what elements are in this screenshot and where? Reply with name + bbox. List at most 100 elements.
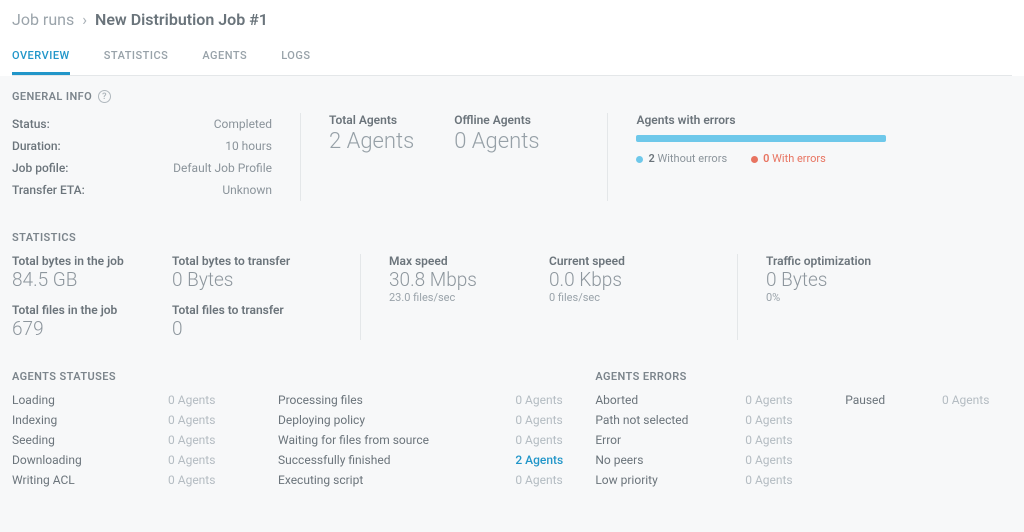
traffic-opt-sub: 0%	[766, 291, 1012, 304]
chevron-right-icon: ›	[82, 10, 87, 29]
total-files-transfer-label: Total files to transfer	[172, 303, 332, 317]
table-key: Downloading	[12, 453, 138, 467]
table-val: 0 Agents	[168, 473, 248, 487]
table-key: Loading	[12, 393, 138, 407]
offline-agents-value: 0 Agents	[454, 129, 539, 154]
divider	[607, 113, 608, 201]
table-val: 0 Agents	[745, 473, 815, 487]
table-val: 0 Agents	[515, 473, 595, 487]
tab-statistics[interactable]: STATISTICS	[104, 41, 169, 75]
total-files-job-value: 679	[12, 317, 172, 340]
table-val	[942, 453, 1012, 467]
table-val: 0 Agents	[942, 393, 1012, 407]
eta-value: Unknown	[222, 183, 272, 197]
breadcrumb-current: New Distribution Job #1	[95, 10, 268, 29]
table-val	[942, 413, 1012, 427]
max-speed-value: 30.8 Mbps	[389, 268, 549, 291]
table-key: Path not selected	[595, 413, 715, 427]
table-val: 0 Agents	[515, 433, 595, 447]
divider	[360, 254, 361, 340]
table-key: Aborted	[595, 393, 715, 407]
table-key	[845, 453, 912, 467]
table-val: 0 Agents	[168, 413, 248, 427]
total-agents-value: 2 Agents	[329, 129, 414, 154]
max-speed-sub: 23.0 files/sec	[389, 291, 549, 304]
traffic-opt-label: Traffic optimization	[766, 254, 1012, 268]
table-val: 0 Agents	[168, 393, 248, 407]
status-value: Completed	[214, 117, 272, 131]
section-title-statistics: STATISTICS	[12, 231, 1012, 244]
table-val: 0 Agents	[745, 433, 815, 447]
section-title-statuses: AGENTS STATUSES	[12, 370, 595, 383]
traffic-opt-value: 0 Bytes	[766, 268, 1012, 291]
total-bytes-transfer-label: Total bytes to transfer	[172, 254, 332, 268]
table-val: 0 Agents	[745, 393, 815, 407]
duration-value: 10 hours	[225, 139, 272, 153]
errors-table: Aborted 0 Agents Paused 0 Agents Path not se…	[595, 393, 1012, 487]
breadcrumb-root[interactable]: Job runs	[12, 10, 74, 29]
table-val: 0 Agents	[515, 413, 595, 427]
profile-label: Job pofile:	[12, 161, 68, 175]
table-key: Deploying policy	[278, 413, 485, 427]
profile-value: Default Job Profile	[173, 161, 272, 175]
current-speed-label: Current speed	[549, 254, 709, 268]
section-title-errors: AGENTS ERRORS	[595, 370, 1012, 383]
dot-blue-icon	[636, 156, 643, 163]
legend-err: 0 With errors	[751, 152, 826, 165]
status-label: Status:	[12, 117, 50, 131]
table-key	[845, 433, 912, 447]
table-val: 2 Agents	[515, 453, 595, 467]
tabs: OVERVIEW STATISTICS AGENTS LOGS	[12, 41, 1012, 76]
total-agents-box: Total Agents 2 Agents	[329, 113, 414, 154]
table-val: 0 Agents	[168, 453, 248, 467]
tab-logs[interactable]: LOGS	[281, 41, 310, 75]
table-key: Indexing	[12, 413, 138, 427]
table-key	[845, 413, 912, 427]
table-key	[845, 473, 912, 487]
agents-errors-summary: Agents with errors 2 Without errors 0 Wi…	[636, 113, 1012, 165]
tab-agents[interactable]: AGENTS	[202, 41, 247, 75]
general-info-label: GENERAL INFO	[12, 90, 92, 103]
legend-ok: 2 Without errors	[636, 152, 727, 165]
divider	[737, 254, 738, 340]
offline-agents-label: Offline Agents	[454, 113, 539, 127]
total-bytes-job-value: 84.5 GB	[12, 268, 172, 291]
table-val	[942, 433, 1012, 447]
dot-red-icon	[751, 156, 758, 163]
table-key: Successfully finished	[278, 453, 485, 467]
table-key: No peers	[595, 453, 715, 467]
general-kv-list: Status: Completed Duration: 10 hours Job p…	[12, 113, 272, 201]
duration-label: Duration:	[12, 139, 61, 153]
total-files-job-label: Total files in the job	[12, 303, 172, 317]
agents-errors-bar	[636, 135, 886, 142]
table-val: 0 Agents	[515, 393, 595, 407]
table-val	[942, 473, 1012, 487]
total-bytes-job-label: Total bytes in the job	[12, 254, 172, 268]
current-speed-sub: 0 files/sec	[549, 291, 709, 304]
help-icon[interactable]: ?	[98, 90, 111, 103]
divider	[300, 113, 301, 201]
total-agents-label: Total Agents	[329, 113, 414, 127]
offline-agents-box: Offline Agents 0 Agents	[454, 113, 539, 154]
section-title-general: GENERAL INFO ?	[12, 90, 1012, 103]
table-key: Executing script	[278, 473, 485, 487]
total-bytes-transfer-value: 0 Bytes	[172, 268, 332, 291]
table-key: Waiting for files from source	[278, 433, 485, 447]
current-speed-value: 0.0 Kbps	[549, 268, 709, 291]
table-val: 0 Agents	[168, 433, 248, 447]
table-key: Writing ACL	[12, 473, 138, 487]
table-key: Seeding	[12, 433, 138, 447]
statuses-table: Loading 0 Agents Processing files 0 Agents I…	[12, 393, 595, 487]
eta-label: Transfer ETA:	[12, 183, 85, 197]
table-val: 0 Agents	[745, 453, 815, 467]
table-key: Paused	[845, 393, 912, 407]
breadcrumb: Job runs › New Distribution Job #1	[12, 10, 1012, 29]
total-files-transfer-value: 0	[172, 317, 332, 340]
table-val: 0 Agents	[745, 413, 815, 427]
table-key: Error	[595, 433, 715, 447]
table-key: Low priority	[595, 473, 715, 487]
max-speed-label: Max speed	[389, 254, 549, 268]
agents-errors-label: Agents with errors	[636, 113, 1012, 127]
table-key: Processing files	[278, 393, 485, 407]
tab-overview[interactable]: OVERVIEW	[12, 41, 70, 75]
